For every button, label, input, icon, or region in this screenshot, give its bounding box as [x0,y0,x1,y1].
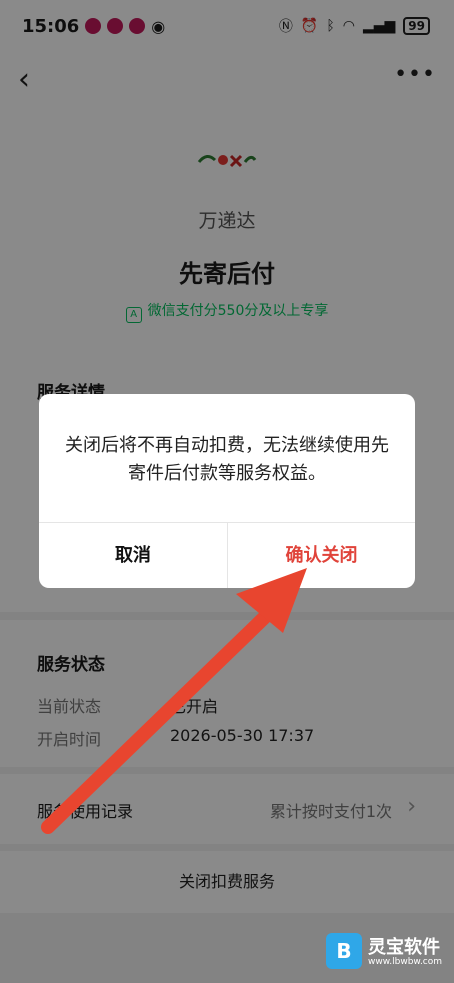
dialog-message: 关闭后将不再自动扣费，无法继续使用先寄件后付款等服务权益。 [65,435,389,484]
watermark-logo-icon: B [326,933,362,969]
cancel-button[interactable]: 取消 [39,523,227,588]
watermark-url: www.lbwbw.com [368,957,443,967]
confirm-close-button[interactable]: 确认关闭 [228,523,415,588]
watermark-name: 灵宝软件 [368,937,440,958]
watermark: B 灵宝软件 www.lbwbw.com [326,933,446,973]
confirm-dialog: 关闭后将不再自动扣费，无法继续使用先寄件后付款等服务权益。 取消 确认关闭 [39,394,415,588]
